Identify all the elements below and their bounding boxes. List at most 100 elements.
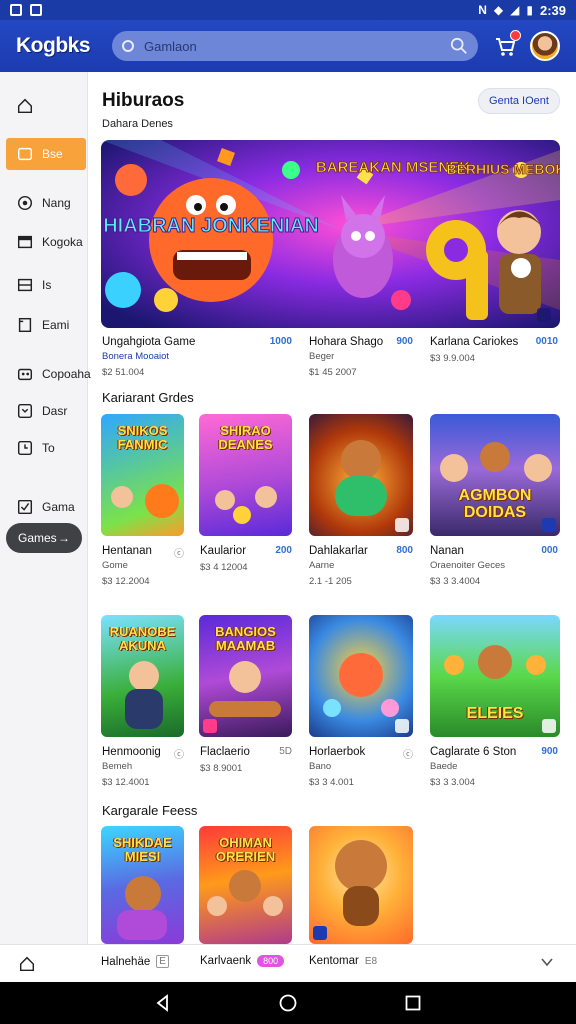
item-badge: E bbox=[156, 955, 169, 968]
thumbnail-title: ELEIES bbox=[466, 705, 524, 723]
game-title: Ungahgiota Game bbox=[102, 336, 196, 348]
game-thumbnail[interactable]: SNIKOS FANMIC bbox=[101, 414, 184, 536]
corner-badge-icon bbox=[542, 518, 556, 532]
thumbnail-title: SHIKDAE MIESI bbox=[113, 835, 172, 864]
banner-artwork: HIABRAN JONKENIAN BAREAKAN MSENEK BERHIU… bbox=[101, 140, 560, 328]
game-meta: $3 9.9.004 bbox=[430, 353, 475, 364]
game-thumbnail[interactable]: ELEIES bbox=[430, 615, 560, 737]
home-circle-icon[interactable] bbox=[279, 994, 297, 1012]
clock-icon bbox=[17, 403, 33, 419]
game-thumbnail[interactable]: SHIKDAE MIESI bbox=[101, 826, 184, 944]
checkbox-icon bbox=[17, 499, 33, 515]
sidebar-item-eami[interactable]: Eami bbox=[6, 309, 86, 341]
featured-item-1[interactable]: Ungahgiota Game 1000 Bonera Mooaiot $2 5… bbox=[102, 336, 292, 378]
game-price: 5D bbox=[279, 746, 292, 757]
section-heading: Kariarant Grdes bbox=[102, 390, 194, 405]
main-content: Hiburaos Genta IOent Dahara Denes HIABRA… bbox=[88, 72, 576, 944]
avatar[interactable] bbox=[530, 31, 560, 61]
game-price: ⓒ bbox=[174, 750, 184, 761]
section-heading: Kargarale Feess bbox=[102, 803, 198, 818]
game-thumbnail[interactable]: BANGIOS MAAMAB bbox=[199, 615, 292, 737]
game-subtitle: Gome bbox=[102, 560, 128, 571]
square-icon bbox=[17, 147, 33, 161]
game-title: Nanan bbox=[430, 545, 464, 557]
sidebar-item-dasr[interactable]: Dasr bbox=[6, 395, 86, 427]
game-subtitle: Bonera Mooaiot bbox=[102, 351, 170, 362]
search-mode-icon bbox=[122, 40, 134, 52]
game-card[interactable]: Flaclaerio 5D $3 8.9001 bbox=[200, 746, 292, 774]
game-thumbnail[interactable] bbox=[309, 615, 413, 737]
game-price: 1000 bbox=[269, 336, 292, 347]
gamepad-icon bbox=[17, 368, 33, 381]
arrow-right-icon: → bbox=[58, 531, 70, 545]
game-price: 900 bbox=[541, 746, 558, 757]
game-card[interactable]: Henmoonig ⓒ Bemeh $3 12.4001 bbox=[102, 746, 184, 788]
game-thumbnail[interactable]: RUANOBE AKUNA bbox=[101, 615, 184, 737]
corner-badge-icon bbox=[203, 719, 217, 733]
search-input[interactable]: Gamlaon bbox=[144, 39, 450, 54]
sidebar: Bse Nang Kogoka Is Eami Copoaha Dasr To … bbox=[0, 72, 91, 944]
bottom-nav-item[interactable]: Halnehäe E bbox=[101, 955, 169, 968]
chevron-down-icon[interactable] bbox=[540, 955, 554, 969]
banner-badge-icon bbox=[537, 308, 551, 322]
featured-banner[interactable]: HIABRAN JONKENIAN BAREAKAN MSENEK BERHIU… bbox=[101, 140, 560, 328]
game-thumbnail[interactable]: OHIMAN ORERIEN bbox=[199, 826, 292, 944]
thumbnail-title: SHIRAO DEANES bbox=[218, 423, 273, 452]
corner-badge-icon bbox=[395, 518, 409, 532]
clock: 2:39 bbox=[539, 2, 566, 18]
bottom-nav-home[interactable] bbox=[18, 955, 36, 973]
sidebar-item-bse[interactable]: Bse bbox=[6, 138, 86, 170]
wifi-icon: ◆ bbox=[493, 3, 504, 17]
sidebar-item-is[interactable]: Is bbox=[6, 269, 86, 301]
corner-badge-icon bbox=[542, 719, 556, 733]
game-price: ⓒ bbox=[174, 549, 184, 560]
featured-item-3[interactable]: Karlana Cariokes 0010 $3 9.9.004 bbox=[430, 336, 558, 364]
sidebar-item-kogoka[interactable]: Kogoka bbox=[6, 226, 86, 258]
sidebar-item-copoaha[interactable]: Copoaha bbox=[6, 358, 91, 390]
cart-button[interactable] bbox=[492, 30, 521, 59]
card-icon bbox=[17, 235, 33, 249]
header-action-button[interactable]: Genta IOent bbox=[478, 88, 560, 114]
game-card[interactable]: Nanan 000 Oraenoiter Geces $3 3 3.4004 bbox=[430, 545, 558, 587]
section-subtitle: Dahara Denes bbox=[102, 118, 173, 130]
game-meta: $1 45 2007 bbox=[309, 367, 357, 378]
game-card[interactable]: Dahlakarlar 800 Aarne 2.1 -1 205 bbox=[309, 545, 413, 587]
thumbnail-title: BANGIOS MAAMAB bbox=[215, 624, 276, 653]
game-meta: $3 3 3.004 bbox=[430, 777, 475, 788]
featured-item-2[interactable]: Hohara Shago 900 Beger $1 45 2007 bbox=[309, 336, 413, 378]
search-icon[interactable] bbox=[450, 37, 468, 55]
game-price: 200 bbox=[275, 545, 292, 556]
game-meta: 2.1 -1 205 bbox=[309, 576, 352, 587]
sidebar-item-home[interactable] bbox=[6, 90, 86, 122]
bottom-nav: Halnehäe E Karlvaenk 800 Kentomar E8 bbox=[0, 944, 576, 982]
thumbnail-title: SNIKOS FANMIC bbox=[117, 423, 168, 452]
game-thumbnail[interactable] bbox=[309, 414, 413, 536]
game-thumbnail[interactable]: AGMBON DOIDAS bbox=[430, 414, 560, 536]
game-meta: $2 51.004 bbox=[102, 367, 145, 378]
sidebar-item-to[interactable]: To bbox=[6, 432, 86, 464]
corner-badge-icon bbox=[395, 719, 409, 733]
game-subtitle: Bemeh bbox=[102, 761, 133, 772]
home-icon bbox=[17, 98, 33, 114]
game-title: Horlaerbok bbox=[309, 746, 366, 758]
game-price: 800 bbox=[396, 545, 413, 556]
game-card[interactable]: Kaularior 200 $3 4 12004 bbox=[200, 545, 292, 573]
game-price: 0010 bbox=[535, 336, 558, 347]
sidebar-item-nang[interactable]: Nang bbox=[6, 187, 86, 219]
game-title: Flaclaerio bbox=[200, 746, 250, 758]
game-thumbnail[interactable]: SHIRAO DEANES bbox=[199, 414, 292, 536]
recents-icon[interactable] bbox=[404, 994, 422, 1012]
search-bar[interactable]: Gamlaon bbox=[112, 31, 478, 61]
game-card[interactable]: Horlaerbok ⓒ Bano $3 3 4.001 bbox=[309, 746, 413, 788]
bottom-nav-item[interactable]: Karlvaenk 800 bbox=[200, 955, 285, 967]
bottom-nav-item[interactable]: Kentomar E8 bbox=[309, 955, 377, 967]
game-subtitle: Beger bbox=[309, 351, 335, 362]
game-card[interactable]: Caglarate 6 Ston 900 Baede $3 3 3.004 bbox=[430, 746, 558, 788]
game-card[interactable]: Hentanan ⓒ Gome $3 12.2004 bbox=[102, 545, 184, 587]
back-icon[interactable] bbox=[154, 994, 172, 1012]
thumbnail-title: OHIMAN ORERIEN bbox=[215, 835, 276, 864]
games-pill-button[interactable]: Games → bbox=[6, 523, 82, 553]
game-thumbnail[interactable] bbox=[309, 826, 413, 944]
sidebar-item-gama[interactable]: Gama bbox=[6, 491, 86, 523]
app-logo[interactable]: Kogbks bbox=[16, 34, 112, 58]
